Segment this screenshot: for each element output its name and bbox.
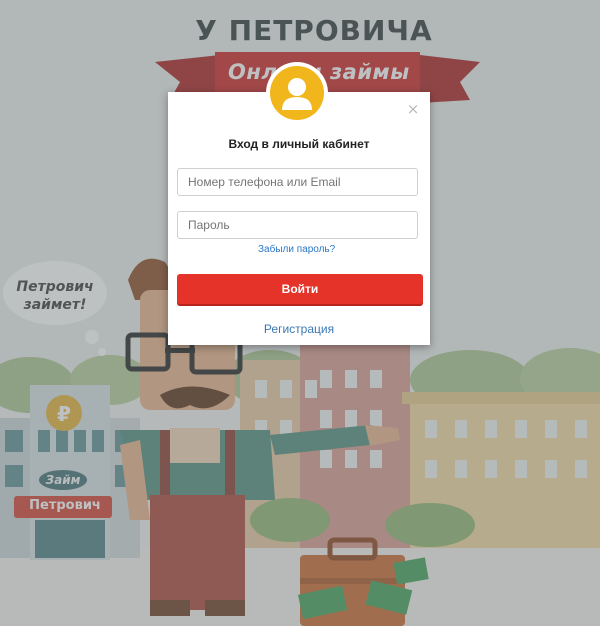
login-button[interactable]: Войти — [177, 274, 423, 304]
phone-email-input[interactable] — [177, 168, 418, 196]
avatar — [266, 62, 328, 124]
forgot-password-link[interactable]: Забыли пароль? — [258, 244, 335, 255]
password-input[interactable] — [177, 211, 418, 239]
register-link[interactable]: Регистрация — [168, 322, 430, 336]
user-icon — [270, 66, 324, 120]
close-icon[interactable]: × — [406, 102, 420, 117]
modal-title: Вход в личный кабинет — [228, 137, 370, 151]
